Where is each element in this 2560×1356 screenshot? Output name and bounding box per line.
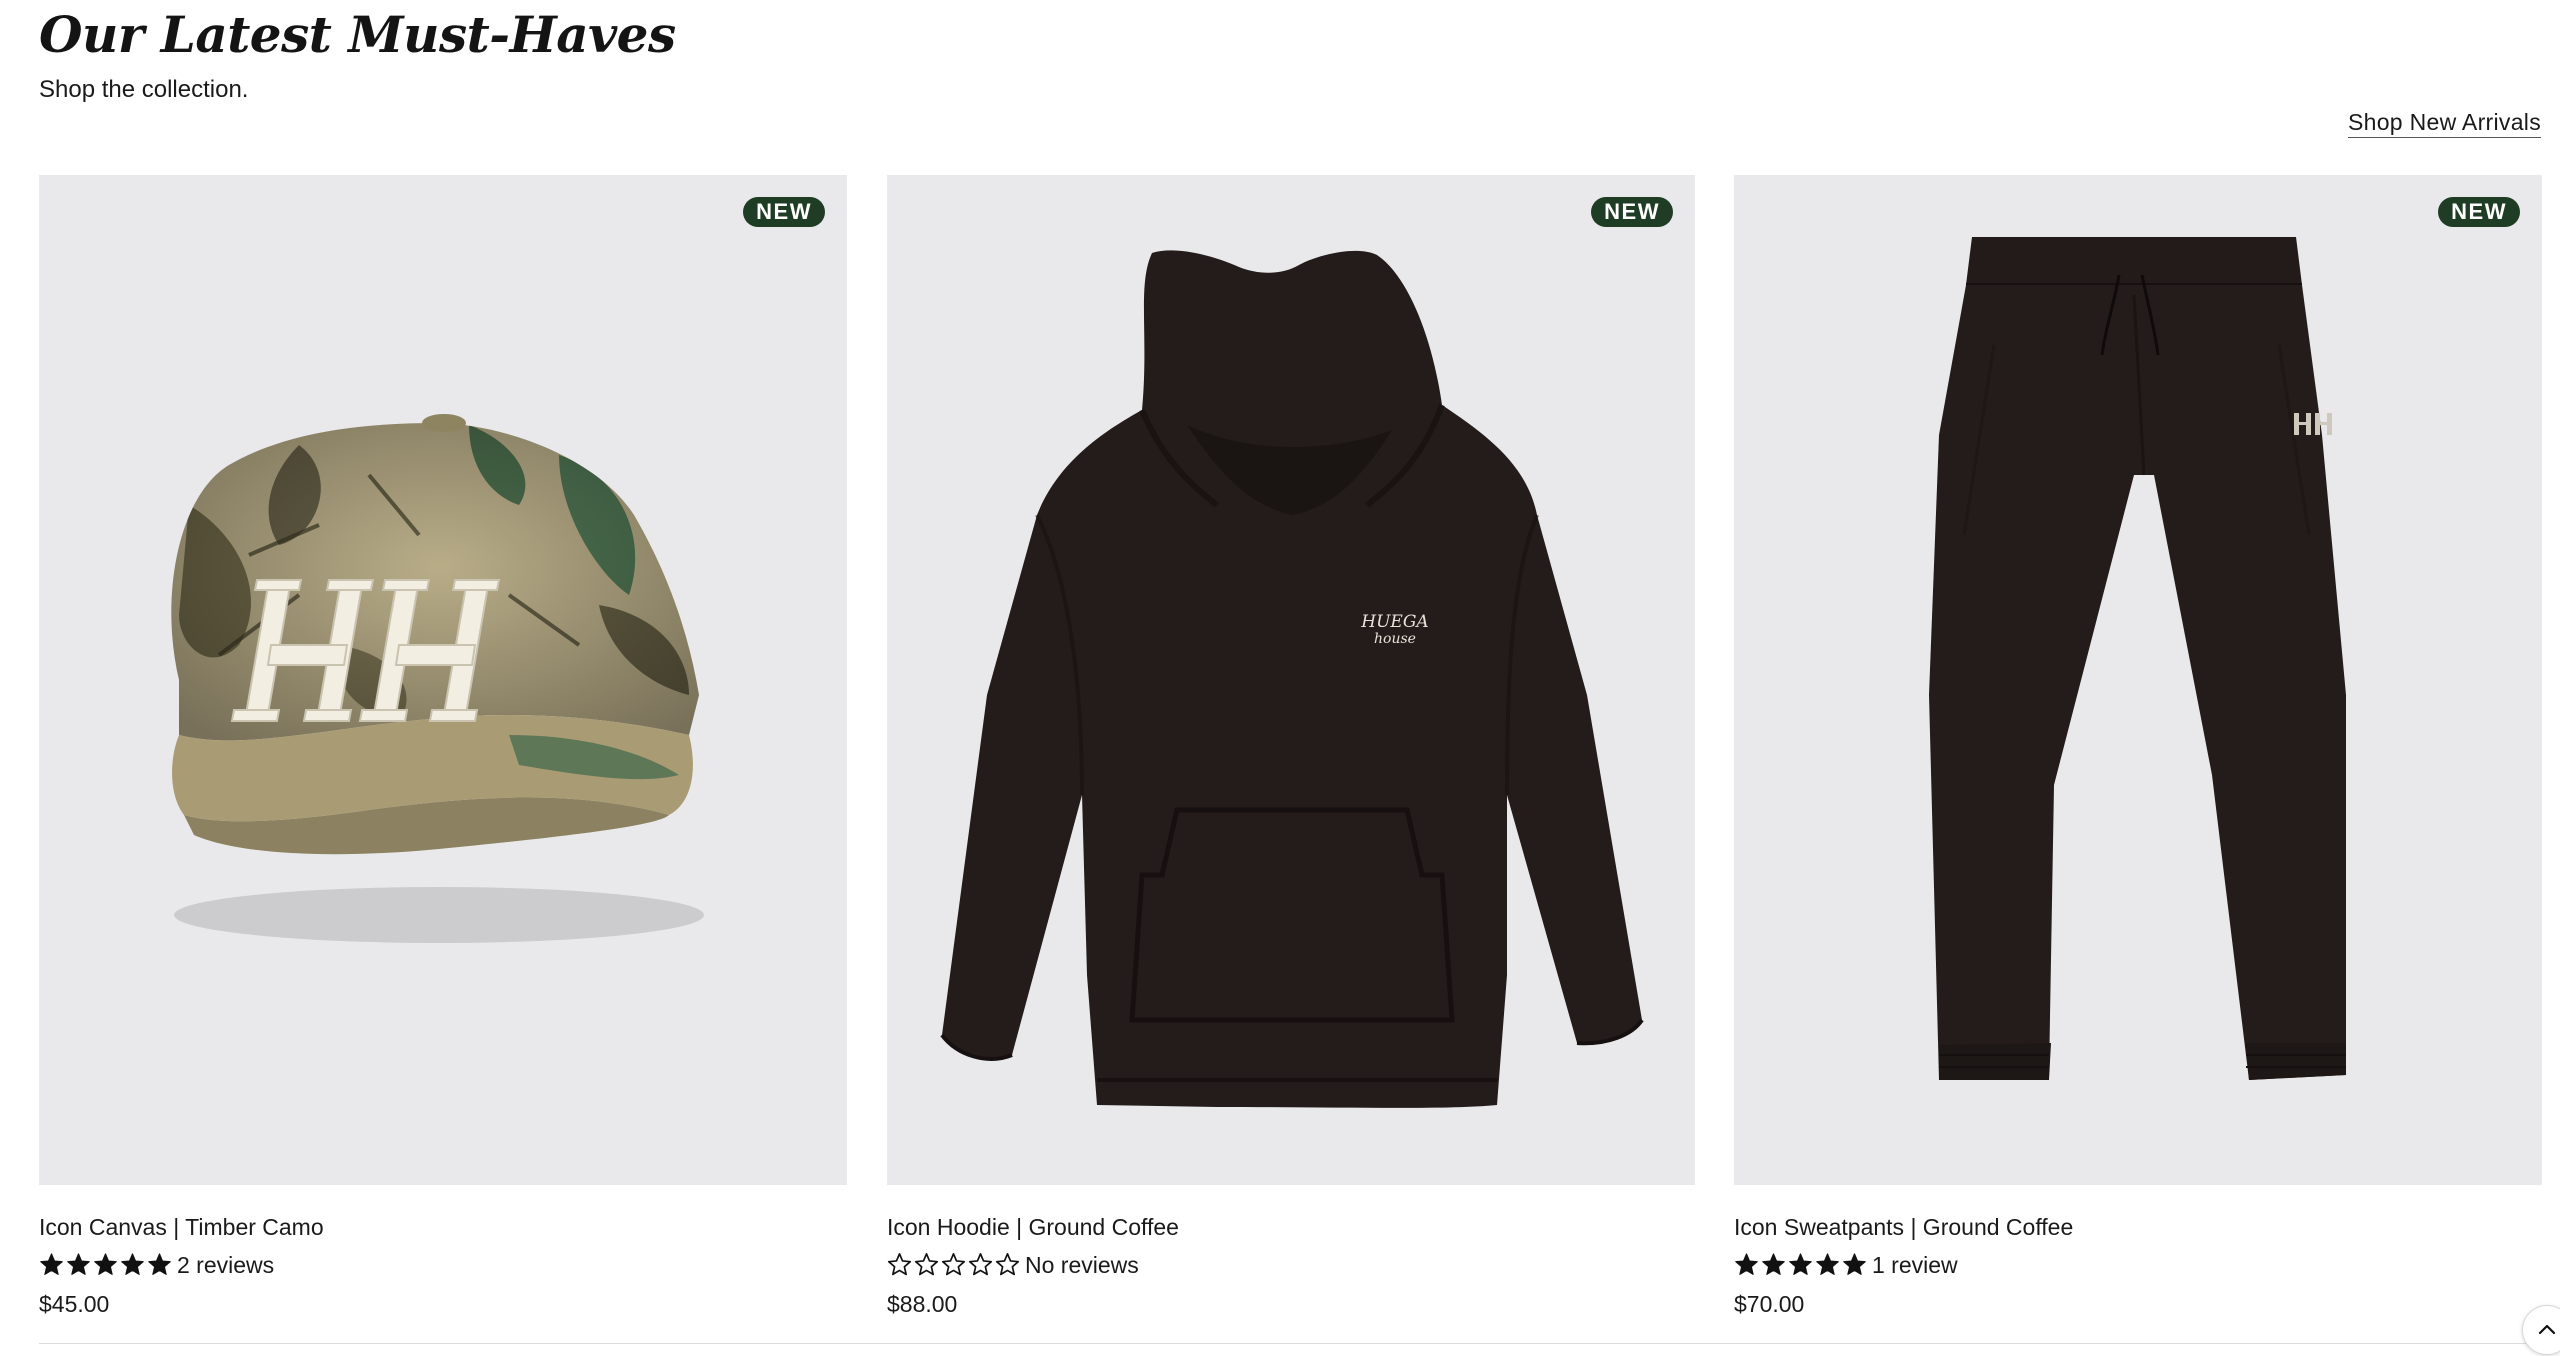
product-price: $88.00	[887, 1291, 958, 1317]
star-icon	[1761, 1252, 1788, 1279]
star-icon	[887, 1252, 914, 1279]
product-rating[interactable]: No reviews	[887, 1250, 1139, 1280]
star-icon	[1788, 1252, 1815, 1279]
star-rating	[1734, 1252, 1869, 1279]
hoodie-print-line2: house	[1374, 631, 1416, 647]
shop-new-arrivals-link[interactable]: Shop New Arrivals	[2347, 108, 2541, 138]
product-title[interactable]: Icon Sweatpants | Ground Coffee	[1734, 1212, 2073, 1242]
product-card-hoodie[interactable]: HUEGA house NEW Icon Hoodie | Ground Cof…	[887, 175, 1695, 1317]
product-card-canvas[interactable]: NEW Icon Canvas | Timber Camo 2 reviews …	[39, 175, 847, 1317]
camo-cap-icon	[171, 414, 704, 943]
section-subtitle: Shop the collection.	[39, 76, 249, 103]
star-icon	[1734, 1252, 1761, 1279]
product-rating[interactable]: 2 reviews	[39, 1250, 274, 1280]
review-count: 1 review	[1872, 1252, 1958, 1278]
product-image-sweatpants[interactable]: NEW	[1734, 175, 2542, 1185]
star-icon	[1815, 1252, 1842, 1279]
star-icon	[39, 1252, 66, 1279]
star-icon	[147, 1252, 174, 1279]
hoodie-icon: HUEGA house	[940, 250, 1644, 1108]
star-icon	[93, 1252, 120, 1279]
product-image-canvas[interactable]: NEW	[39, 175, 847, 1185]
new-badge: NEW	[743, 197, 825, 227]
review-count: 2 reviews	[177, 1252, 275, 1278]
star-icon	[914, 1252, 941, 1279]
star-rating	[39, 1252, 174, 1279]
chevron-up-icon	[2538, 1324, 2556, 1335]
star-icon	[941, 1252, 968, 1279]
star-icon	[1842, 1252, 1869, 1279]
sweatpants-icon	[1929, 237, 2346, 1080]
product-price: $45.00	[39, 1291, 110, 1317]
product-rating[interactable]: 1 review	[1734, 1250, 1958, 1280]
new-badge: NEW	[1591, 197, 1673, 227]
new-badge: NEW	[2438, 197, 2520, 227]
star-rating	[887, 1252, 1022, 1279]
hoodie-print-line1: HUEGA	[1360, 612, 1428, 632]
section-title: Our Latest Must-Haves	[39, 5, 676, 64]
product-image-hoodie[interactable]: HUEGA house NEW	[887, 175, 1695, 1185]
product-title[interactable]: Icon Hoodie | Ground Coffee	[887, 1212, 1179, 1242]
scroll-to-top-button[interactable]	[2522, 1305, 2560, 1355]
star-icon	[995, 1252, 1022, 1279]
product-card-sweatpants[interactable]: NEW Icon Sweatpants | Ground Coffee 1 re…	[1734, 175, 2542, 1317]
product-price: $70.00	[1734, 1291, 1805, 1317]
review-count: No reviews	[1025, 1252, 1139, 1278]
star-icon	[66, 1252, 93, 1279]
star-icon	[968, 1252, 995, 1279]
section-divider	[39, 1343, 2541, 1344]
star-icon	[120, 1252, 147, 1279]
product-title[interactable]: Icon Canvas | Timber Camo	[39, 1212, 324, 1242]
